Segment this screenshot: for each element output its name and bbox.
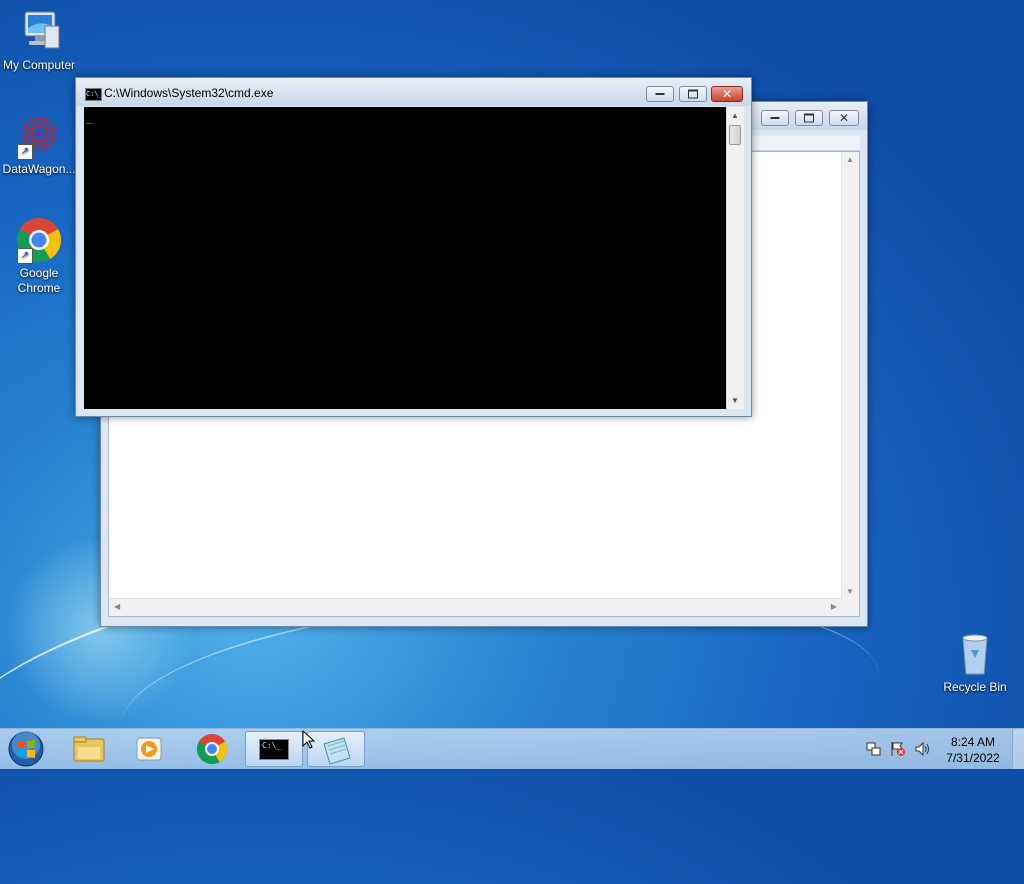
clock[interactable]: 8:24 AM 7/31/2022 xyxy=(936,734,1010,766)
recycle-bin-icon xyxy=(951,630,999,678)
scroll-up-icon[interactable]: ▲ xyxy=(731,111,739,120)
network-icon[interactable] xyxy=(866,741,882,760)
action-center-flag-icon[interactable] xyxy=(890,741,906,760)
datawagon-icon: ↗ xyxy=(15,112,63,160)
scroll-down-icon[interactable]: ▼ xyxy=(731,396,739,405)
minimize-icon xyxy=(770,117,780,119)
clock-time: 8:24 AM xyxy=(950,735,996,749)
console-scrollbar[interactable]: ▲ ▼ xyxy=(726,107,744,409)
desktop-icon-recycle-bin[interactable]: Recycle Bin xyxy=(936,630,1014,695)
volume-icon[interactable] xyxy=(914,741,930,760)
close-icon: ✕ xyxy=(838,111,850,125)
scroll-left-icon[interactable]: ◀ xyxy=(114,602,120,611)
folder-icon xyxy=(73,736,105,762)
maximize-button[interactable] xyxy=(795,110,823,126)
notepad-icon xyxy=(323,737,351,765)
taskbar-media-player-button[interactable] xyxy=(120,731,178,767)
media-player-icon xyxy=(136,737,162,761)
scroll-down-icon[interactable]: ▼ xyxy=(846,587,854,596)
scroll-up-icon[interactable]: ▲ xyxy=(846,155,854,164)
console-cursor: _ xyxy=(86,111,93,124)
clock-date: 7/31/2022 xyxy=(946,751,1000,765)
horizontal-scrollbar[interactable]: ◀ ▶ xyxy=(109,598,842,616)
taskbar-explorer-button[interactable] xyxy=(60,731,118,767)
scrollbar-thumb[interactable] xyxy=(729,125,741,145)
cmd-window[interactable]: C:\_ C:\Windows\System32\cmd.exe ✕ _ ▲ ▼ xyxy=(75,77,752,417)
taskbar-chrome-button[interactable] xyxy=(183,731,241,767)
restore-icon xyxy=(688,89,698,99)
minimize-icon xyxy=(655,93,665,95)
minimize-button[interactable] xyxy=(646,86,674,102)
cmd-app-icon: C:\_ xyxy=(85,88,103,101)
vertical-scrollbar[interactable]: ▲ ▼ xyxy=(841,152,859,600)
desktop-icon-datawagon[interactable]: ↗ DataWagon... xyxy=(0,112,78,177)
desktop-icon-label: Google Chrome xyxy=(17,266,61,295)
taskbar: C:\_ 8:24 AM 7/31/2022 xyxy=(0,728,1024,769)
maximize-icon xyxy=(804,113,814,123)
windows-orb-icon xyxy=(8,731,44,767)
start-button[interactable] xyxy=(3,729,49,769)
taskbar-cmd-button[interactable]: C:\_ xyxy=(245,731,303,767)
chrome-icon: ↗ xyxy=(15,216,63,264)
show-desktop-button[interactable] xyxy=(1012,729,1024,769)
shortcut-arrow-icon: ↗ xyxy=(17,248,33,264)
chrome-icon xyxy=(196,734,228,765)
restore-button[interactable] xyxy=(679,86,707,102)
mouse-cursor-icon xyxy=(302,730,316,749)
computer-icon xyxy=(15,8,63,56)
cmd-icon: C:\_ xyxy=(259,739,289,760)
desktop-icon-google-chrome[interactable]: ↗ Google Chrome xyxy=(0,216,78,296)
desktop-icon-label: DataWagon... xyxy=(2,162,76,176)
close-icon: ✕ xyxy=(721,87,733,101)
desktop-icon-label: My Computer xyxy=(2,58,76,72)
cmd-window-titlebar[interactable]: C:\_ C:\Windows\System32\cmd.exe ✕ xyxy=(76,78,751,106)
cmd-window-title: C:\Windows\System32\cmd.exe xyxy=(104,86,274,100)
scroll-right-icon[interactable]: ▶ xyxy=(831,602,837,611)
size-grip[interactable] xyxy=(842,599,859,616)
minimize-button[interactable] xyxy=(761,110,789,126)
close-button[interactable]: ✕ xyxy=(711,86,743,102)
desktop-icon-label: Recycle Bin xyxy=(943,680,1007,694)
desktop-icon-my-computer[interactable]: My Computer xyxy=(0,8,78,73)
console-output[interactable]: _ xyxy=(84,107,726,409)
close-button[interactable]: ✕ xyxy=(829,110,859,126)
shortcut-arrow-icon: ↗ xyxy=(17,144,33,160)
